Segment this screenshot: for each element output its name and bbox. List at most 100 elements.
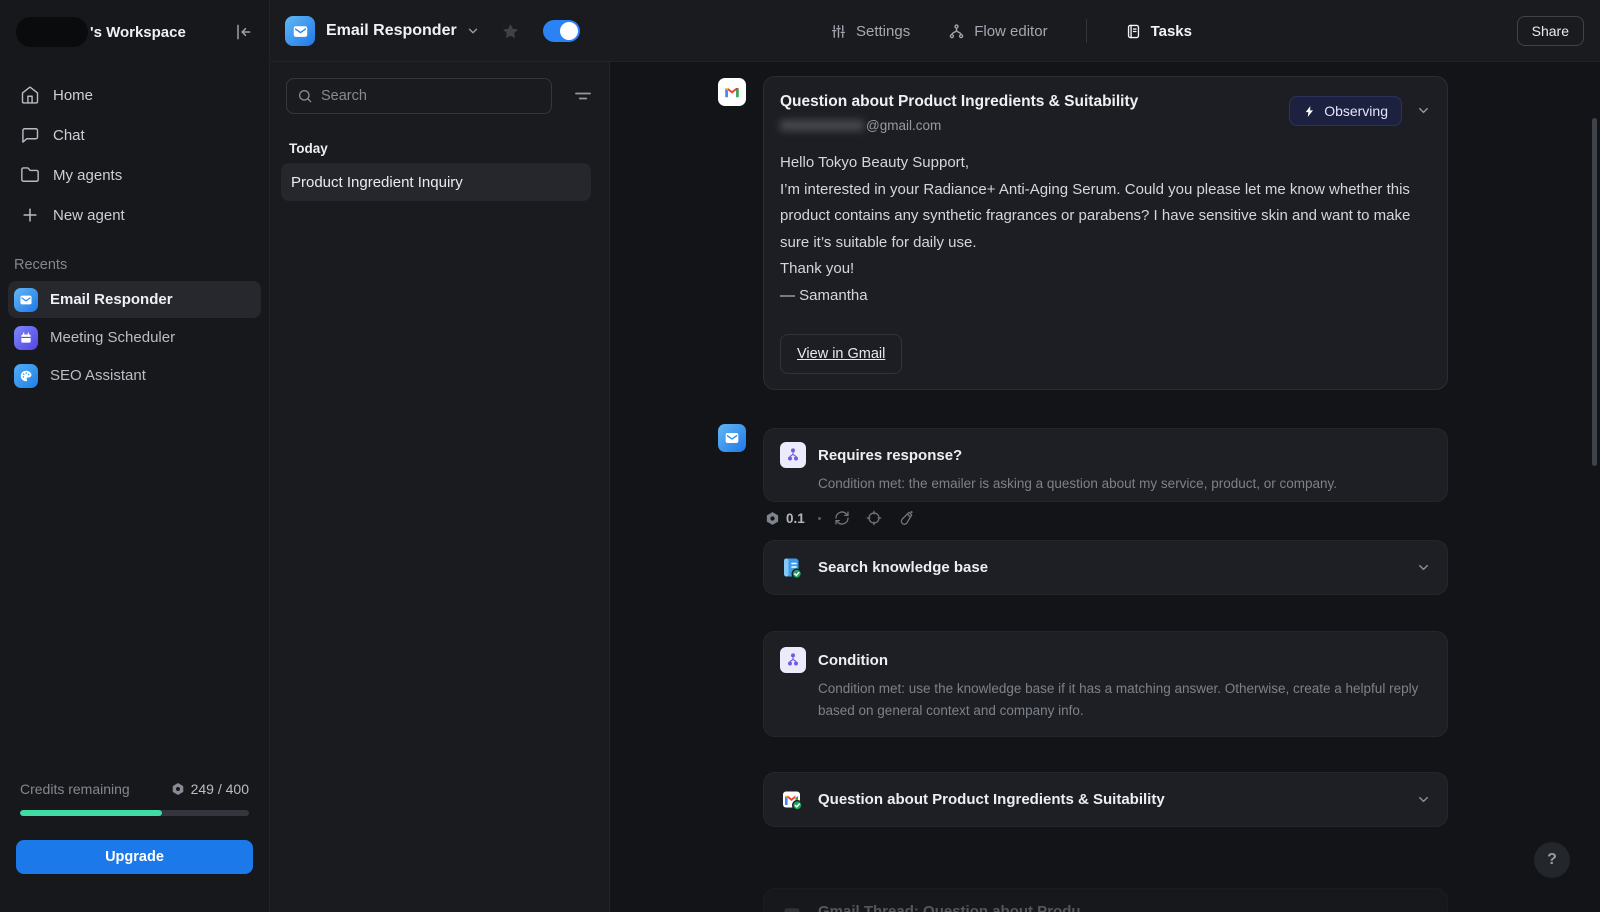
gmail-m-icon	[718, 78, 746, 106]
tab-label: Settings	[856, 23, 910, 40]
sender-redacted	[780, 120, 864, 131]
credits-cost: 0.1	[765, 511, 805, 526]
agent-menu-chevron-down-icon[interactable]	[466, 24, 480, 38]
toggle-knob	[560, 22, 578, 40]
test-tube-icon[interactable]	[898, 510, 914, 526]
search-box	[286, 78, 552, 114]
topbar-divider	[1086, 19, 1087, 43]
sidebar-nav: Home Chat My agents New agent	[0, 75, 269, 235]
calendar-icon	[14, 326, 38, 350]
gmail-m-icon	[780, 903, 804, 912]
credits-progress-fill	[20, 810, 162, 816]
topbar: Email Responder Settings Flow editor	[270, 0, 1600, 62]
house-icon	[20, 85, 40, 105]
envelope-icon	[14, 288, 38, 312]
task-list-panel: Today Product Ingredient Inquiry	[270, 62, 610, 912]
branch-icon	[780, 442, 806, 468]
view-in-gmail-button[interactable]: View in Gmail	[780, 334, 902, 374]
credits-label: Credits remaining	[20, 781, 130, 797]
collapse-sidebar-button[interactable]	[231, 20, 255, 44]
step-title: Question about Product Ingredients & Sui…	[818, 791, 1416, 808]
email-sender: @gmail.com	[780, 118, 1289, 133]
step-meta-row: 0.1	[765, 510, 914, 526]
tab-settings[interactable]: Settings	[830, 23, 910, 40]
recent-agent-meeting-scheduler[interactable]: Meeting Scheduler	[8, 319, 261, 356]
refresh-icon[interactable]	[834, 510, 850, 526]
folder-icon	[20, 165, 40, 185]
agent-enabled-toggle[interactable]	[543, 20, 580, 42]
requires-response-card[interactable]: Requires response? Condition met: the em…	[763, 428, 1448, 502]
email-body-line: Hello Tokyo Beauty Support,	[780, 150, 1431, 177]
gmail-check-icon	[780, 788, 804, 812]
tab-tasks[interactable]: Tasks	[1125, 23, 1192, 40]
step-title: Condition	[818, 652, 888, 669]
sliders-icon	[830, 23, 847, 40]
sidebar-item-label: Home	[53, 87, 93, 104]
email-body-line: Thank you!	[780, 256, 1431, 283]
workspace-name-redacted	[16, 17, 88, 47]
condition-card[interactable]: Condition Condition met: use the knowled…	[763, 631, 1448, 737]
notebook-icon	[1125, 23, 1142, 40]
recent-agent-seo-assistant[interactable]: SEO Assistant	[8, 357, 261, 394]
sidebar-item-home[interactable]: Home	[0, 75, 269, 115]
sidebar-item-label: Chat	[53, 127, 85, 144]
filter-lines-icon	[573, 86, 593, 106]
agent-step-avatar-envelope-icon	[718, 424, 746, 452]
app-root: 's Workspace Home Chat	[0, 0, 1600, 912]
email-body-line: — Samantha	[780, 283, 1431, 310]
status-label: Observing	[1324, 103, 1388, 119]
vertical-scrollbar[interactable]	[1592, 118, 1597, 466]
sidebar-item-label: My agents	[53, 167, 122, 184]
credits-value: 249 / 400	[171, 781, 249, 797]
gmail-thread-row-partial[interactable]: Gmail Thread: Question about Produ	[763, 888, 1448, 912]
credits-section: Credits remaining 249 / 400 Upgrade	[16, 781, 253, 874]
panel-collapse-left-icon	[233, 22, 253, 42]
node-tree-icon	[948, 23, 965, 40]
sidebar: 's Workspace Home Chat	[0, 0, 270, 912]
recent-agent-label: Meeting Scheduler	[50, 329, 175, 346]
email-trigger-card: Question about Product Ingredients & Sui…	[763, 76, 1448, 390]
hexagon-coin-icon	[765, 511, 780, 526]
task-list-item[interactable]: Product Ingredient Inquiry	[281, 163, 591, 201]
agent-name-title: Email Responder	[326, 22, 457, 40]
sidebar-item-new-agent[interactable]: New agent	[0, 195, 269, 235]
email-body-line: I’m interested in your Radiance+ Anti-Ag…	[780, 177, 1431, 257]
branch-icon	[780, 647, 806, 673]
expand-chevron-down-icon[interactable]	[1416, 792, 1431, 807]
favorite-star-icon[interactable]	[501, 22, 520, 41]
crosshair-icon[interactable]	[866, 510, 882, 526]
speech-bubble-icon	[20, 125, 40, 145]
email-body: Hello Tokyo Beauty Support, I’m interest…	[780, 150, 1431, 309]
palette-icon	[14, 364, 38, 388]
upgrade-button[interactable]: Upgrade	[16, 840, 253, 874]
sender-domain: @gmail.com	[866, 118, 941, 133]
tab-label: Tasks	[1151, 23, 1192, 40]
step-subtitle: Condition met: the emailer is asking a q…	[818, 473, 1431, 495]
step-title: Search knowledge base	[818, 559, 1416, 576]
status-badge-observing[interactable]: Observing	[1289, 96, 1402, 126]
share-button[interactable]: Share	[1517, 16, 1584, 46]
tab-flow-editor[interactable]: Flow editor	[948, 23, 1047, 40]
recent-agent-email-responder[interactable]: Email Responder	[8, 281, 261, 318]
expand-chevron-down-icon[interactable]	[1416, 560, 1431, 575]
sidebar-item-label: New agent	[53, 207, 125, 224]
sidebar-item-chat[interactable]: Chat	[0, 115, 269, 155]
step-title: Requires response?	[818, 447, 962, 464]
task-detail-main: Question about Product Ingredients & Sui…	[610, 62, 1600, 912]
step-subtitle: Condition met: use the knowledge base if…	[818, 678, 1431, 722]
email-result-row[interactable]: Question about Product Ingredients & Sui…	[763, 772, 1448, 827]
search-input[interactable]	[321, 88, 541, 104]
magnifier-icon	[297, 88, 313, 104]
plus-icon	[20, 205, 40, 225]
recents-heading: Recents	[14, 257, 269, 273]
filter-button[interactable]	[573, 86, 593, 106]
recent-agent-label: Email Responder	[50, 291, 173, 308]
hexagon-coin-icon	[171, 782, 185, 796]
step-title: Gmail Thread: Question about Produ	[818, 903, 1431, 912]
email-card-chevron-down-icon[interactable]	[1416, 103, 1431, 118]
meta-dot-separator	[818, 517, 821, 520]
help-button[interactable]: ?	[1534, 842, 1570, 878]
search-knowledge-base-row[interactable]: Search knowledge base	[763, 540, 1448, 595]
sidebar-item-my-agents[interactable]: My agents	[0, 155, 269, 195]
agent-avatar-envelope-icon	[285, 16, 315, 46]
